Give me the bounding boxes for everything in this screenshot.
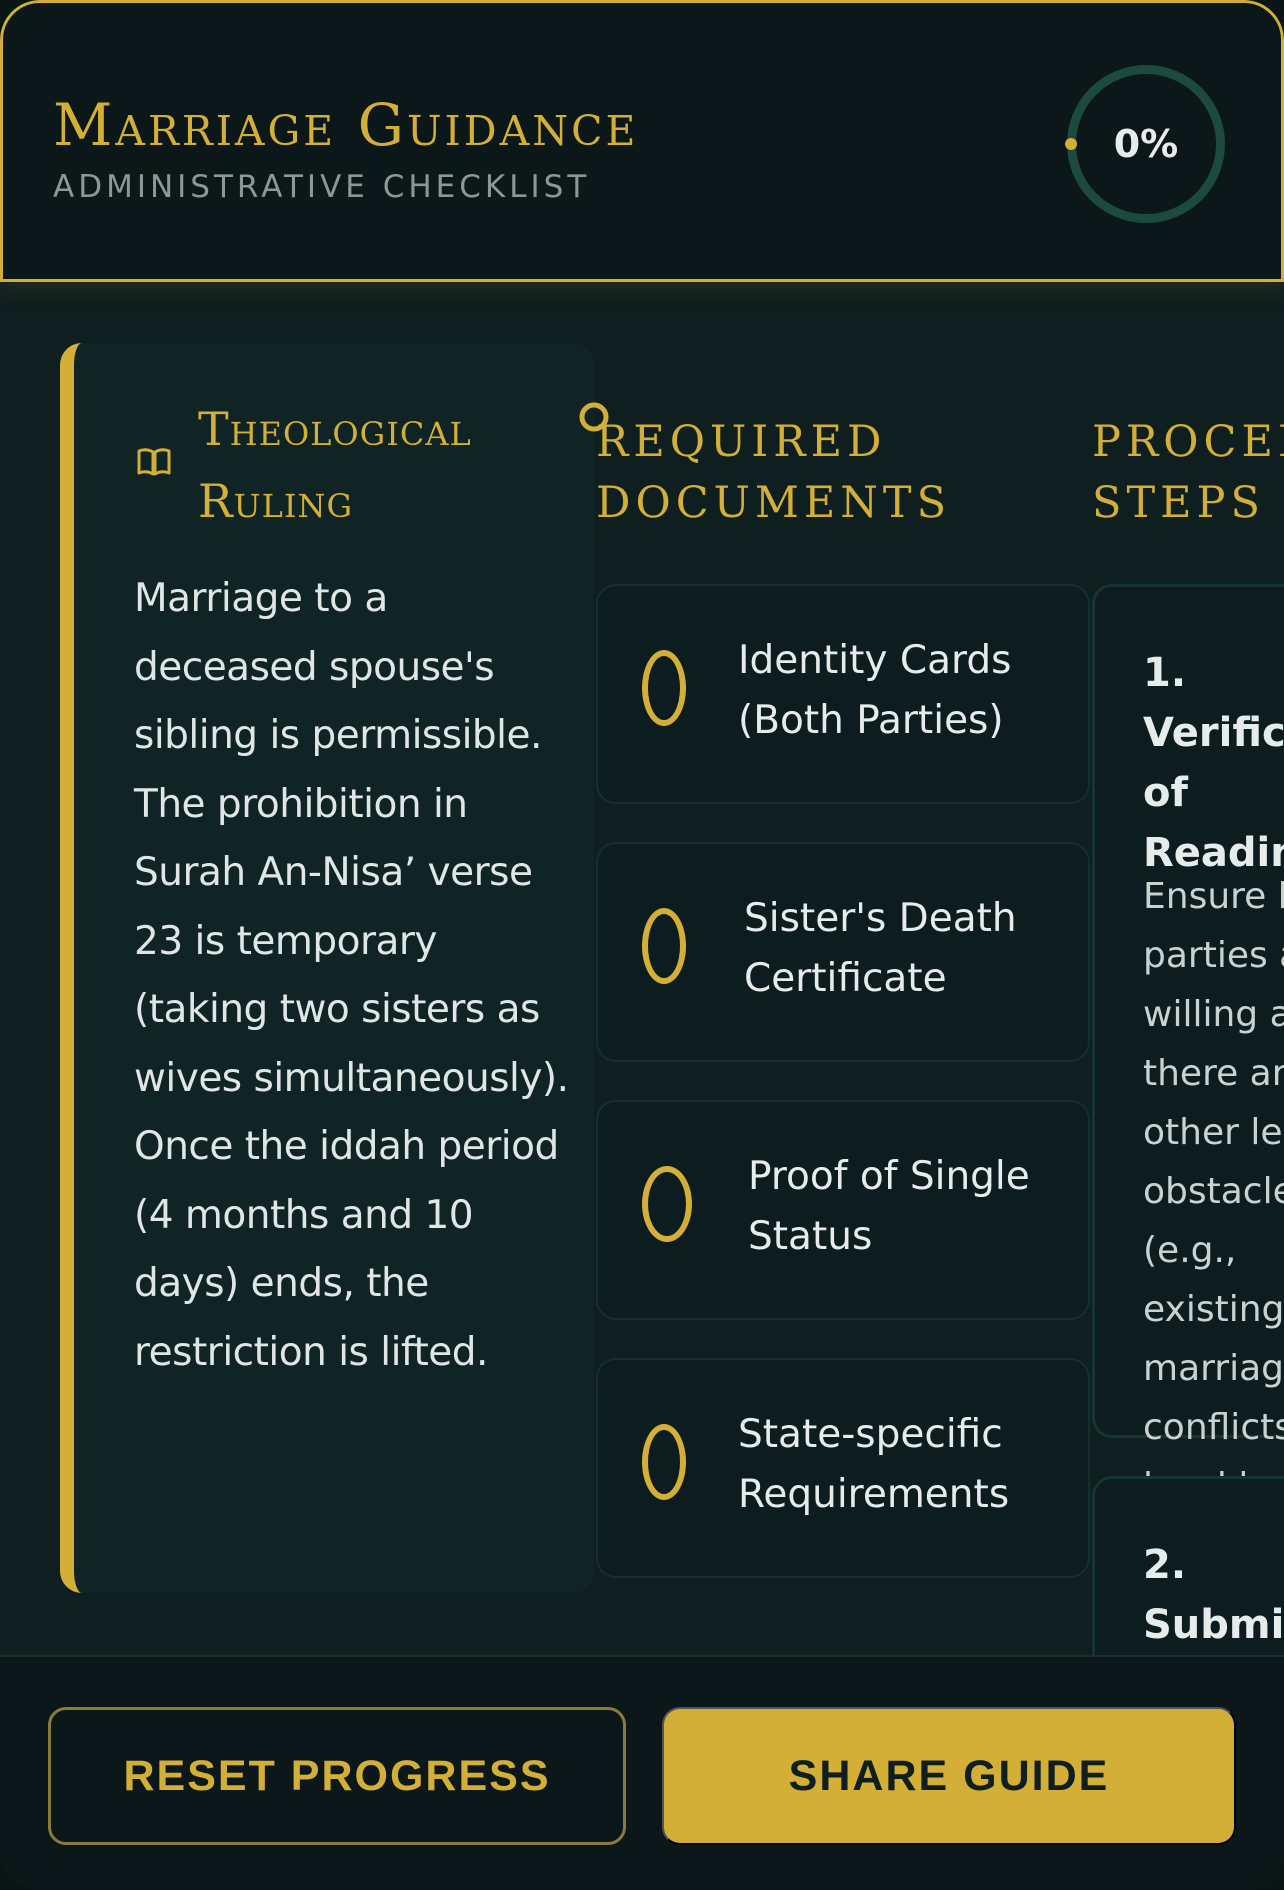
document-label: Proof of Single Status [748,1154,1030,1259]
reset-progress-button[interactable]: Reset Progress [48,1707,626,1845]
book-icon [137,448,171,476]
steps-title-text: Procedural Steps [1092,417,1284,528]
page-subtitle: Administrative Checklist [53,169,591,205]
document-item-single-status[interactable]: Proof of Single Status [596,1100,1090,1320]
documents-section-title: Required Documents [596,412,996,534]
step-card-verification[interactable]: 1. Verification of Readiness Ensure both… [1092,584,1284,1507]
document-item-identity-cards[interactable]: Identity Cards (Both Parties) [596,584,1090,804]
app-window: Marriage Guidance Administrative Checkli… [0,0,1284,1890]
document-item-death-certificate[interactable]: Sister's Death Certificate [596,842,1090,1062]
progress-label: 0% [1113,122,1179,166]
share-guide-button[interactable]: Share Guide [662,1707,1236,1845]
step-title: 2. Submission [1143,1542,1284,1648]
step-body: Ensure both parties are willing and ther… [1143,876,1284,1507]
theological-ruling-card: Theological Ruling Marriage to a decease… [60,343,594,1593]
checkbox-circle-icon[interactable] [642,1424,686,1500]
ruling-text: Marriage to a deceased spouse's sibling … [134,576,569,1375]
document-item-state-requirements[interactable]: State-specific Requirements [596,1358,1090,1578]
header: Marriage Guidance Administrative Checkli… [0,0,1284,282]
checkbox-circle-icon[interactable] [642,1166,692,1242]
page-title: Marriage Guidance [53,91,639,159]
document-label: Identity Cards (Both Parties) [738,638,1012,743]
documents-title-text: Required Documents [596,417,952,528]
checkbox-circle-icon[interactable] [642,908,686,984]
steps-section-title: Procedural Steps [1092,412,1284,534]
ruling-title: Theological Ruling [198,402,472,528]
document-label: State-specific Requirements [738,1412,1010,1517]
document-label: Sister's Death Certificate [744,896,1017,1001]
footer-actions: Reset Progress Share Guide [0,1655,1284,1890]
step-title: 1. Verification of Readiness [1143,650,1284,876]
checkbox-circle-icon[interactable] [642,650,686,726]
